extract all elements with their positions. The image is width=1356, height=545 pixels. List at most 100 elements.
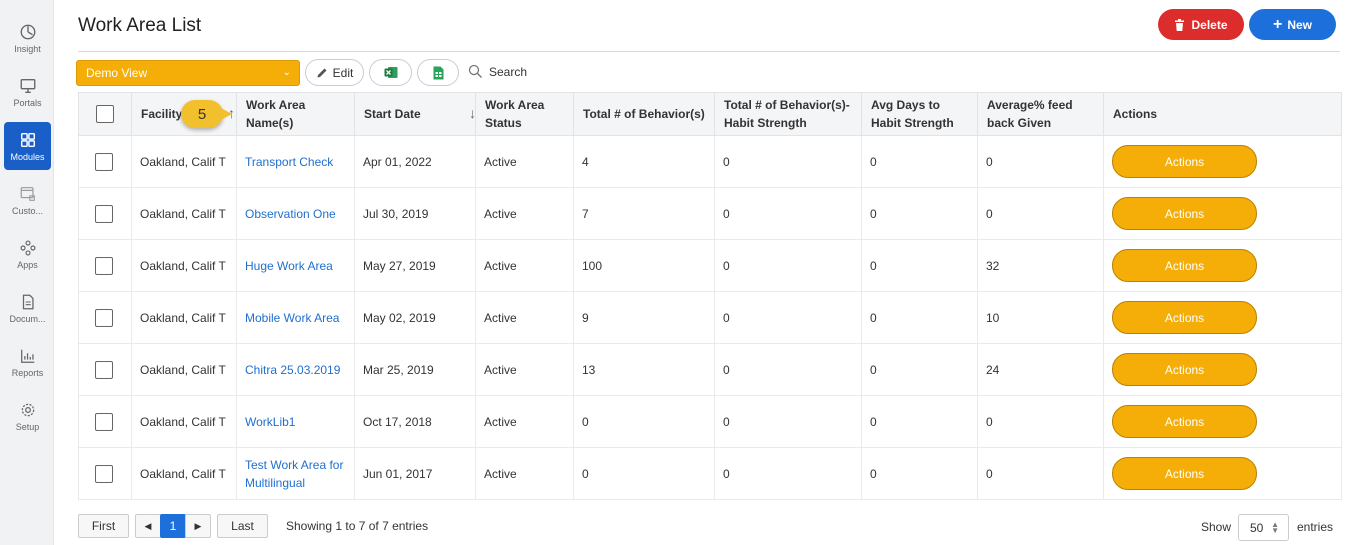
table-cell: 9 (573, 291, 715, 344)
table-cell: 32 (977, 239, 1104, 292)
table-cell (78, 343, 132, 396)
delete-button[interactable]: Delete (1158, 9, 1244, 40)
header-select-all[interactable] (78, 92, 132, 136)
next-page-button[interactable]: ▶ (185, 514, 211, 538)
work-area-link[interactable]: Test Work Area for Multilingual (245, 458, 343, 490)
first-page-button[interactable]: First (78, 514, 129, 538)
actions-button[interactable]: Actions (1112, 145, 1257, 178)
monitor-icon (20, 78, 35, 93)
row-checkbox[interactable] (95, 204, 113, 223)
actions-button[interactable]: Actions (1112, 405, 1257, 438)
sidebar-item-setup[interactable]: Setup (4, 392, 51, 440)
show-label: Show (1201, 520, 1232, 534)
page-size-select[interactable]: 50 ▲ ▼ (1238, 514, 1289, 541)
sidebar-item-documents[interactable]: Docum... (4, 284, 51, 332)
work-area-link[interactable]: Huge Work Area (245, 259, 333, 273)
table-cell: 13 (573, 343, 715, 396)
table-row: Oakland, Calif T WorkLib1 Oct 17, 2018 Acti… (78, 395, 1342, 448)
spreadsheet-icon (433, 66, 443, 79)
excel-export-button[interactable] (369, 59, 412, 86)
table-cell: Oakland, Calif T (131, 187, 237, 240)
col-total-behaviors[interactable]: Total # of Behavior(s) (573, 92, 715, 136)
table-cell: Actions (1103, 135, 1342, 188)
col-habit-strength[interactable]: Total # of Behavior(s)-Habit Strength (714, 92, 862, 136)
actions-button[interactable]: Actions (1112, 457, 1257, 490)
cell-facility: Oakland, Calif T (140, 258, 226, 273)
col-start-date[interactable]: Start Date ↓ (354, 92, 476, 136)
table-cell: WorkLib1 (236, 395, 355, 448)
row-checkbox[interactable] (95, 152, 113, 171)
row-checkbox[interactable] (95, 412, 113, 431)
actions-button[interactable]: Actions (1112, 353, 1257, 386)
table-cell: Oakland, Calif T (131, 291, 237, 344)
cell-status: Active (484, 414, 517, 429)
table-row: Oakland, Calif T Test Work Area for Multi… (78, 447, 1342, 500)
new-button[interactable]: + New (1249, 9, 1336, 40)
row-checkbox[interactable] (95, 256, 113, 275)
sidebar-item-reports[interactable]: Reports (4, 338, 51, 386)
table-cell: 0 (714, 239, 862, 292)
row-checkbox[interactable] (95, 464, 113, 483)
work-area-link[interactable]: WorkLib1 (245, 415, 295, 429)
cell-habit-strength: 0 (723, 310, 730, 325)
last-page-button[interactable]: Last (217, 514, 268, 538)
sidebar-item-label: Apps (17, 259, 38, 270)
cell-total-behaviors: 13 (582, 362, 596, 377)
prev-page-button[interactable]: ◀ (135, 514, 161, 538)
updown-icon: ▲ ▼ (1271, 520, 1279, 535)
actions-button[interactable]: Actions (1112, 197, 1257, 230)
col-status[interactable]: Work Area Status (475, 92, 574, 136)
sidebar-item-label: Portals (13, 97, 42, 108)
sidebar-item-modules[interactable]: Modules (4, 122, 51, 170)
actions-button[interactable]: Actions (1112, 249, 1257, 282)
sidebar-item-custom[interactable]: Custo... (4, 176, 51, 224)
col-work-area-name[interactable]: Work Area Name(s)↑ (228, 92, 355, 136)
actions-button[interactable]: Actions (1112, 301, 1257, 334)
table-cell: Active (475, 135, 574, 188)
table-cell: Active (475, 239, 574, 292)
work-area-link[interactable]: Mobile Work Area (245, 311, 339, 325)
table-cell: Active (475, 343, 574, 396)
cell-avg-days: 0 (870, 258, 877, 273)
table-cell: 0 (977, 187, 1104, 240)
view-select[interactable]: Demo View ⌄ (76, 60, 300, 86)
sidebar-item-insight[interactable]: Insight (4, 14, 51, 62)
apps-icon (19, 239, 36, 256)
sheets-export-button[interactable] (417, 59, 459, 86)
caret-left-icon: ◀ (144, 520, 152, 531)
cell-avg-days: 0 (870, 154, 877, 169)
table-cell (78, 239, 132, 292)
select-all-checkbox[interactable] (96, 105, 114, 123)
search-button[interactable]: Search (468, 64, 527, 79)
cell-start-date: Jul 30, 2019 (363, 206, 429, 221)
table-cell: 0 (714, 447, 862, 500)
row-checkbox[interactable] (95, 360, 113, 379)
table-cell: 0 (977, 395, 1104, 448)
table-cell: Transport Check (236, 135, 355, 188)
table-row: Oakland, Calif T Transport Check Apr 01, 2… (78, 135, 1342, 188)
chart-icon (20, 349, 34, 363)
sidebar-item-portals[interactable]: Portals (4, 68, 51, 116)
col-avg-days[interactable]: Avg Days to Habit Strength (861, 92, 978, 136)
table-cell: Active (475, 447, 574, 500)
table-cell: 100 (573, 239, 715, 292)
table-cell (78, 291, 132, 344)
caret-right-icon: ▶ (194, 520, 202, 531)
work-area-link[interactable]: Transport Check (245, 155, 333, 169)
table-cell (78, 135, 132, 188)
sidebar-item-label: Insight (14, 43, 41, 54)
document-icon (22, 294, 34, 309)
table-cell: 0 (714, 343, 862, 396)
table-cell: Chitra 25.03.2019 (236, 343, 355, 396)
table-cell: Actions (1103, 447, 1342, 500)
page-button-current[interactable]: 1 (160, 514, 186, 538)
row-checkbox[interactable] (95, 308, 113, 327)
table-cell: Mobile Work Area (236, 291, 355, 344)
work-area-link[interactable]: Observation One (245, 207, 336, 221)
sidebar-item-apps[interactable]: Apps (4, 230, 51, 278)
edit-button[interactable]: Edit (305, 59, 364, 86)
work-area-link[interactable]: Chitra 25.03.2019 (245, 363, 340, 377)
table-cell (78, 447, 132, 500)
col-feedback[interactable]: Average% feed back Given (977, 92, 1104, 136)
table-cell: Oakland, Calif T (131, 343, 237, 396)
